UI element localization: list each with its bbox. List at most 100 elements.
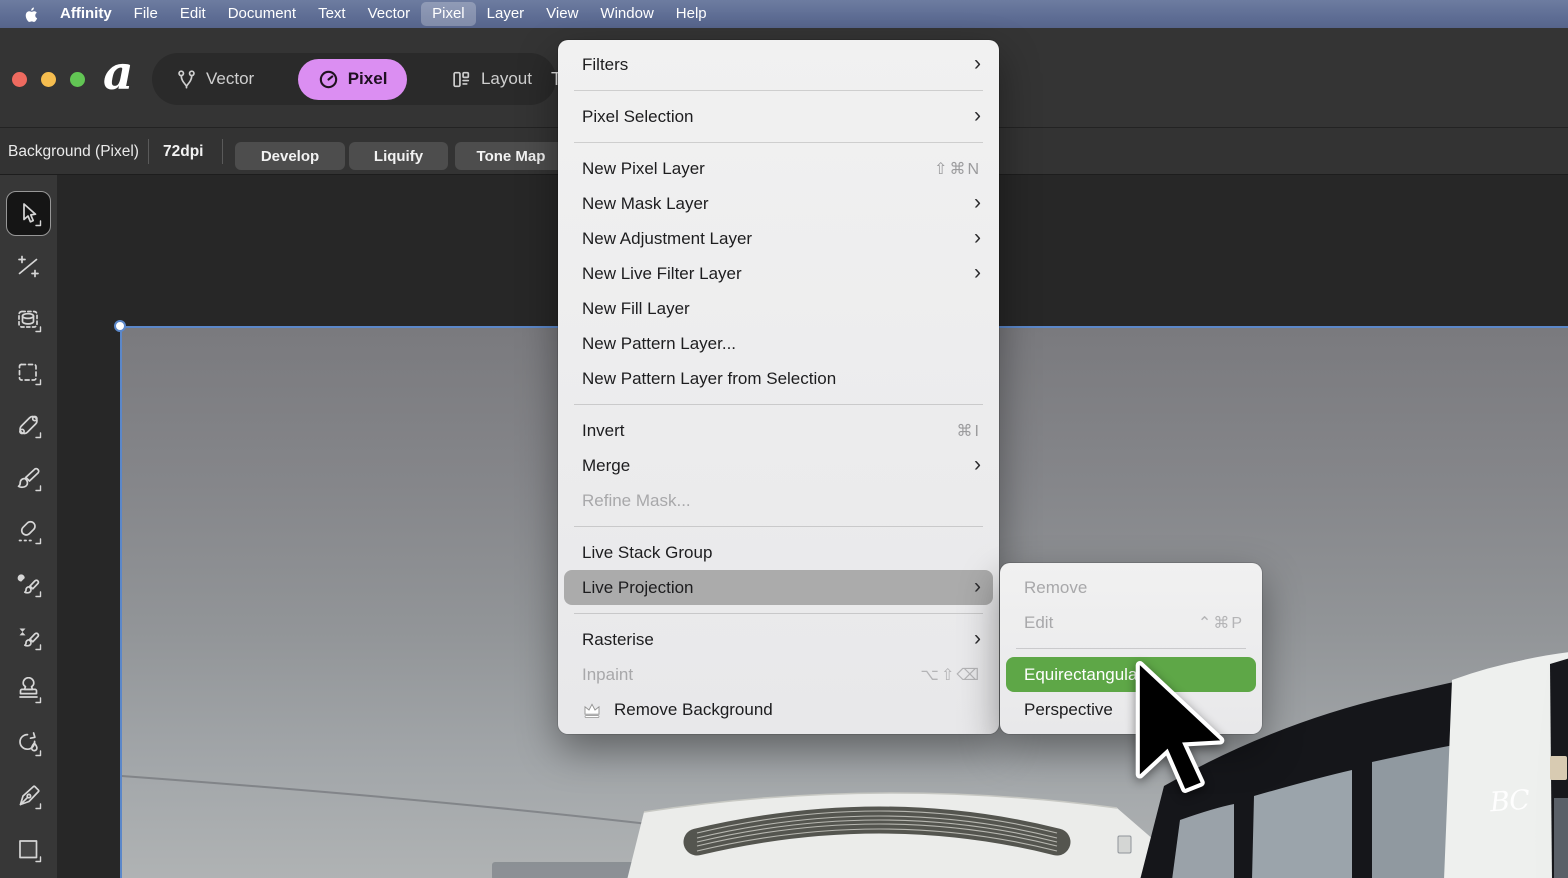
menubar-item-document[interactable]: Document [217,2,307,26]
menubar-item-layer[interactable]: Layer [476,2,536,26]
pixel-menu-item-merge[interactable]: Merge › [564,448,993,483]
pixel-menu-item-inpaint: Inpaint ⌥⇧⌫ [564,657,993,692]
tool-selection-brush[interactable] [6,297,51,342]
menu-item-label: New Fill Layer [582,298,690,318]
chevron-right-icon: › [974,575,981,598]
liquify-studio-button[interactable]: Liquify [349,142,448,170]
pixel-menu-separator [574,142,983,143]
tool-pen[interactable] [6,774,51,819]
pixel-persona-icon [318,69,339,90]
develop-studio-button[interactable]: Develop [235,142,345,170]
tool-rectangle[interactable] [6,827,51,872]
tool-healing[interactable] [6,403,51,448]
menu-item-shortcut: ⌃⌘P [1197,614,1244,632]
tools-panel [0,175,57,878]
pixel-menu-item-new-mask-layer[interactable]: New Mask Layer › [564,186,993,221]
layout-persona-icon [451,69,472,90]
pixel-menu-item-new-adjustment-layer[interactable]: New Adjustment Layer › [564,221,993,256]
pixel-menu-item-new-pixel-layer[interactable]: New Pixel Layer ⇧⌘N [564,151,993,186]
menubar-item-view[interactable]: View [535,2,589,26]
window-minimize-button[interactable] [41,72,56,87]
pixel-menu-dropdown: Filters › Pixel Selection › New Pixel Layer ⇧… [558,40,999,734]
pixel-menu-item-new-pattern-layer-from-selection[interactable]: New Pattern Layer from Selection [564,361,993,396]
pixel-menu-item-remove-background[interactable]: Remove Background [564,692,993,727]
tool-erase[interactable] [6,509,51,554]
pixel-menu-item-new-live-filter-layer[interactable]: New Live Filter Layer › [564,256,993,291]
window-close-button[interactable] [12,72,27,87]
tool-move[interactable] [6,191,51,236]
menubar-item-edit[interactable]: Edit [169,2,217,26]
tool-clone-stamp[interactable] [6,668,51,713]
menu-item-label: New Pattern Layer from Selection [582,368,837,388]
persona-tab-pixel[interactable]: Pixel [297,58,408,100]
menu-item-label: Edit [1024,612,1054,632]
menu-item-label: Refine Mask... [582,490,691,510]
pixel-menu-separator [574,613,983,614]
menu-item-label: Remove Background [614,699,773,719]
pixel-menu-item-pixel-selection[interactable]: Pixel Selection › [564,99,993,134]
menu-item-shortcut: ⌥⇧⌫ [920,666,981,684]
affinity-logo: a [103,46,134,101]
macos-menu-bar: Affinity File Edit Document Text Vector Pixel L… [0,0,1568,28]
pixel-menu-item-rasterise[interactable]: Rasterise › [564,622,993,657]
menu-item-label: Rasterise [582,629,654,649]
persona-label: Layout [480,69,532,88]
selection-corner-handle[interactable] [114,320,126,332]
menu-item-label: New Mask Layer [582,193,709,213]
divider [222,139,223,164]
menubar-item-vector[interactable]: Vector [357,2,422,26]
menu-item-label: Invert [582,420,625,440]
persona-switcher: Vector Pixel Layout [152,53,556,105]
menu-item-label: Inpaint [582,664,634,684]
persona-tab-layout[interactable]: Layout [451,69,532,90]
menubar-item-pixel[interactable]: Pixel [421,2,476,26]
tool-paint-brush[interactable] [6,456,51,501]
dpi-label: 72dpi [163,143,204,160]
menu-item-label: Live Projection [582,577,694,597]
tool-crop[interactable] [6,244,51,289]
pixel-menu-item-invert[interactable]: Invert ⌘I [564,413,993,448]
tone-map-studio-button[interactable]: Tone Map [455,142,567,170]
live-projection-separator [1016,648,1246,649]
chevron-right-icon: › [974,52,981,75]
chevron-right-icon: › [974,261,981,284]
menubar-item-text[interactable]: Text [307,2,357,26]
chevron-right-icon: › [974,191,981,214]
menu-item-shortcut: ⇧⌘N [934,160,981,178]
pixel-menu-item-refine-mask: Refine Mask... [564,483,993,518]
menu-item-label: Pixel Selection [582,106,694,126]
pixel-menu-item-new-pattern-layer[interactable]: New Pattern Layer... [564,326,993,361]
pixel-menu-item-filters[interactable]: Filters › [564,47,993,82]
menu-item-label: Filters [582,54,629,74]
menu-item-label: New Pixel Layer [582,158,705,178]
pixel-menu-separator [574,404,983,405]
menu-item-label: New Adjustment Layer [582,228,753,248]
pixel-menu-item-live-stack-group[interactable]: Live Stack Group [564,535,993,570]
persona-label: Pixel [347,69,388,88]
window-zoom-button[interactable] [70,72,85,87]
chevron-right-icon: › [974,104,981,127]
menu-item-shortcut: ⌘I [956,422,981,440]
live-projection-item-edit: Edit ⌃⌘P [1006,605,1256,640]
live-projection-item-remove: Remove [1006,570,1256,605]
tool-smudge[interactable] [6,721,51,766]
document-status-label: Background (Pixel) [8,143,139,160]
chevron-right-icon: › [974,226,981,249]
pixel-menu-separator [574,90,983,91]
menu-item-label: New Pattern Layer... [582,333,737,353]
persona-tab-vector[interactable]: Vector [176,69,254,90]
menubar-item-help[interactable]: Help [665,2,718,26]
pixel-menu-item-live-projection[interactable]: Live Projection › [564,570,993,605]
tool-marquee-selection[interactable] [6,350,51,395]
apple-menu-icon[interactable] [12,4,49,25]
menu-item-label: Live Stack Group [582,542,713,562]
pixel-menu-item-new-fill-layer[interactable]: New Fill Layer [564,291,993,326]
vector-persona-icon [176,69,197,90]
chevron-right-icon: › [974,453,981,476]
menubar-item-window[interactable]: Window [589,2,664,26]
crown-icon [582,701,602,719]
menubar-item-file[interactable]: File [123,2,169,26]
menubar-item-affinity[interactable]: Affinity [49,2,123,26]
tool-dodge[interactable] [6,562,51,607]
tool-burn[interactable] [6,615,51,660]
